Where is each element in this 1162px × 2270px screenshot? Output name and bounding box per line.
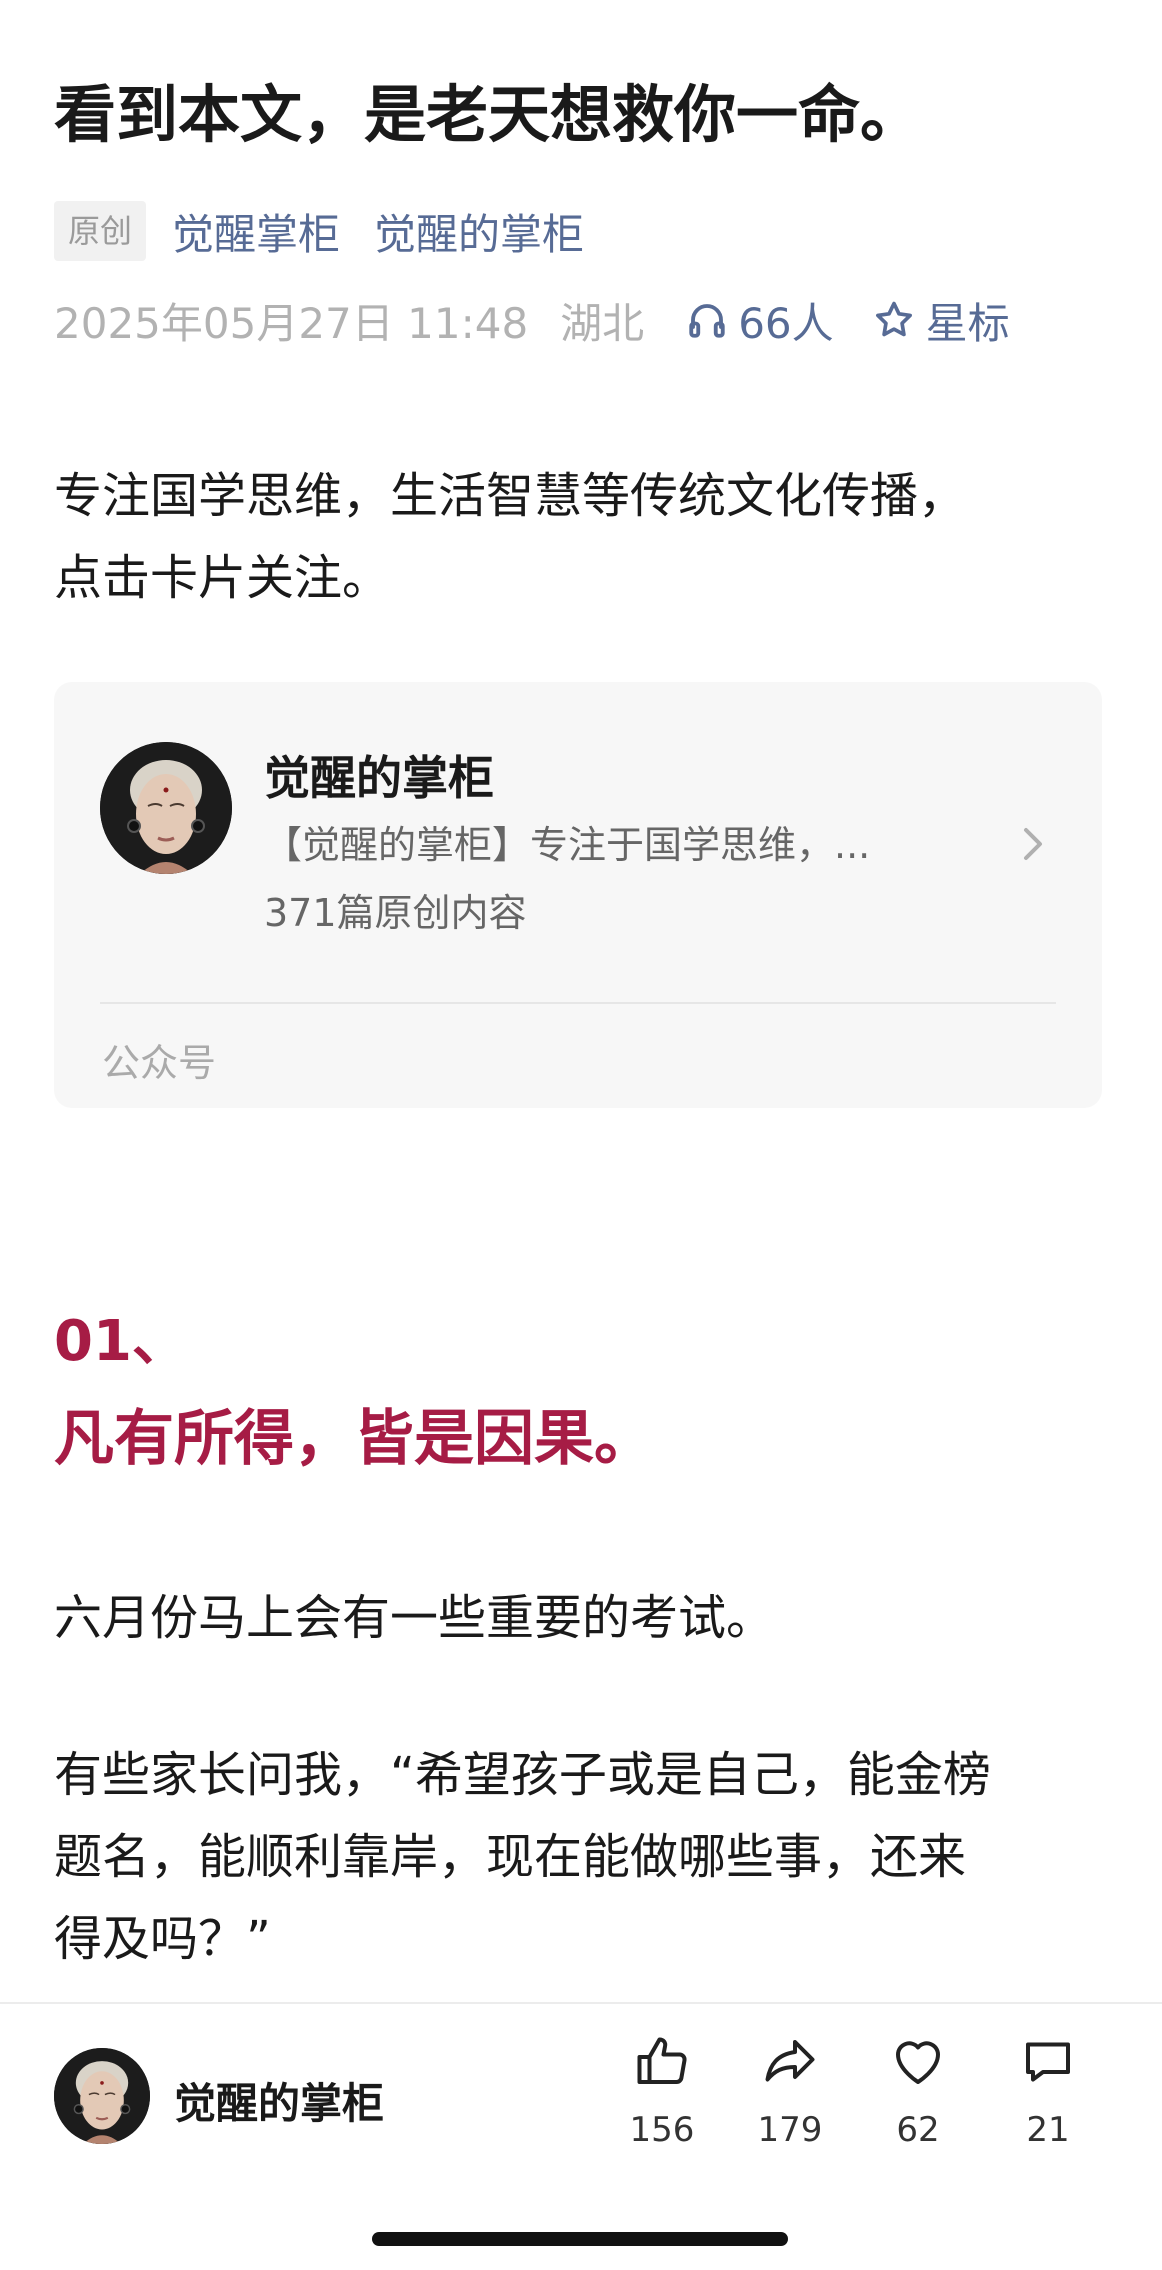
article-title: 看到本文，是老天想救你一命。 <box>54 78 923 151</box>
card-divider <box>100 1002 1056 1004</box>
comment-count: 21 <box>1026 2110 1070 2150</box>
share-count: 179 <box>757 2110 823 2150</box>
share-arrow-icon <box>765 2040 815 2082</box>
paragraph-line: 得及吗？” <box>54 1911 271 1967</box>
paragraph: 六月份马上会有一些重要的考试。 <box>54 1590 775 1646</box>
author-link-secondary[interactable]: 觉醒的掌柜 <box>374 201 584 262</box>
intro-text: 专注国学思维，生活智慧等传统文化传播， 点击卡片关注。 <box>54 455 1114 619</box>
home-indicator[interactable] <box>372 2232 788 2246</box>
heart-button[interactable]: 62 <box>858 2032 978 2150</box>
share-button[interactable]: 179 <box>730 2032 850 2150</box>
heart-count: 62 <box>896 2110 940 2150</box>
bottom-account-name[interactable]: 觉醒的掌柜 <box>174 2070 384 2131</box>
comment-button[interactable]: 21 <box>988 2032 1108 2150</box>
listen-button[interactable]: 66人 <box>686 290 834 351</box>
account-description: 【觉醒的掌柜】专注于国学思维，... <box>264 823 871 867</box>
like-button[interactable]: 156 <box>602 2032 722 2150</box>
heart-icon <box>896 2041 940 2084</box>
account-card[interactable]: 觉醒的掌柜 【觉醒的掌柜】专注于国学思维，... 371篇原创内容 公众号 <box>54 682 1102 1108</box>
meta-row: 2025年05月27日 11:48 湖北 66人 星标 <box>54 290 1010 350</box>
chevron-right-icon <box>1024 828 1042 860</box>
listen-count: 66人 <box>738 298 834 348</box>
account-post-count: 371篇原创内容 <box>264 891 527 935</box>
star-icon <box>875 301 912 337</box>
publish-date: 2025年05月27日 11:48 <box>54 298 529 348</box>
author-row: 原创 觉醒掌柜 觉醒的掌柜 <box>54 200 618 262</box>
intro-line: 点击卡片关注。 <box>54 550 391 606</box>
thumbs-up-icon <box>637 2037 687 2085</box>
section-title: 凡有所得，皆是因果。 <box>54 1404 654 1474</box>
avatar <box>100 742 232 874</box>
section-number: 01、 <box>54 1309 188 1374</box>
comment-icon <box>1026 2042 1070 2082</box>
paragraph-line: 题名，能顺利靠岸，现在能做哪些事，还来 <box>54 1829 967 1885</box>
account-type: 公众号 <box>102 1041 217 1085</box>
headphones-icon <box>689 304 725 338</box>
account-name: 觉醒的掌柜 <box>264 751 494 805</box>
star-label: 星标 <box>925 298 1010 348</box>
paragraph: 有些家长问我，“希望孩子或是自己，能金榜 题名，能顺利靠岸，现在能做哪些事，还来… <box>54 1734 1114 1980</box>
bottom-action-bar: 觉醒的掌柜 156 179 62 21 <box>0 2002 1162 2270</box>
like-count: 156 <box>629 2110 695 2150</box>
intro-line: 专注国学思维，生活智慧等传统文化传播， <box>54 468 967 524</box>
author-link-primary[interactable]: 觉醒掌柜 <box>172 201 340 262</box>
star-button[interactable]: 星标 <box>872 290 1010 351</box>
original-tag: 原创 <box>54 201 147 261</box>
avatar[interactable] <box>54 2048 150 2144</box>
paragraph-line: 有些家长问我，“希望孩子或是自己，能金榜 <box>54 1747 991 1803</box>
publish-location: 湖北 <box>560 298 645 348</box>
